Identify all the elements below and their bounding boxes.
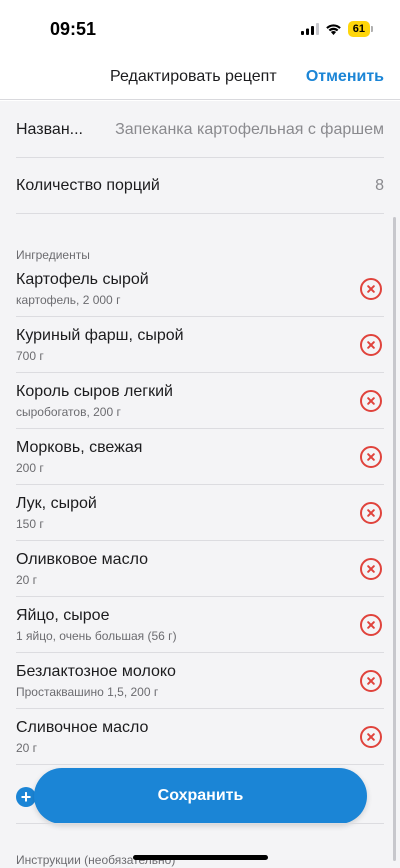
scrollbar[interactable]	[393, 217, 396, 861]
ingredient-row[interactable]: Безлактозное молоко Простаквашино 1,5, 2…	[0, 653, 400, 709]
wifi-icon	[325, 24, 341, 35]
ingredient-name: Морковь, свежая	[16, 439, 143, 456]
ingredient-detail: Простаквашино 1,5, 200 г	[16, 685, 159, 699]
ingredient-name: Яйцо, сырое	[16, 607, 110, 624]
divider	[16, 764, 384, 765]
ingredient-row[interactable]: Лук, сырой 150 г	[0, 485, 400, 541]
name-value: Запеканка картофельная с фаршем	[115, 121, 384, 138]
servings-field[interactable]: Количество порций 8	[16, 175, 384, 197]
plus-icon[interactable]: +	[16, 787, 36, 807]
ingredient-row[interactable]: Куриный фарш, сырой 700 г	[0, 317, 400, 373]
ingredient-row[interactable]: Морковь, свежая 200 г	[0, 429, 400, 485]
ingredient-name: Лук, сырой	[16, 495, 97, 512]
servings-label: Количество порций	[16, 177, 160, 194]
remove-circle-icon[interactable]	[360, 390, 382, 412]
ingredient-detail: 700 г	[16, 349, 44, 363]
cancel-button[interactable]: Отменить	[306, 68, 384, 86]
ingredient-row[interactable]: Король сыров легкий сыробогатов, 200 г	[0, 373, 400, 429]
ingredient-name: Безлактозное молоко	[16, 663, 176, 680]
ingredient-name: Оливковое масло	[16, 551, 148, 568]
remove-circle-icon[interactable]	[360, 614, 382, 636]
remove-circle-icon[interactable]	[360, 558, 382, 580]
page-title: Редактировать рецепт	[110, 68, 277, 85]
ingredient-detail: сыробогатов, 200 г	[16, 405, 121, 419]
battery-icon: 61	[347, 21, 374, 37]
divider	[16, 823, 384, 824]
ingredient-name: Сливочное масло	[16, 719, 149, 736]
ingredients-section-label: Ингредиенты	[16, 248, 90, 262]
cellular-signal-icon	[300, 23, 319, 35]
status-bar: 09:51 61	[0, 0, 400, 58]
ingredient-row[interactable]: Картофель сырой картофель, 2 000 г	[0, 261, 400, 317]
servings-value: 8	[375, 177, 384, 194]
ingredient-name: Картофель сырой	[16, 271, 149, 288]
ingredient-detail: картофель, 2 000 г	[16, 293, 121, 307]
ingredient-detail: 200 г	[16, 461, 44, 475]
status-time: 09:51	[50, 19, 97, 39]
remove-circle-icon[interactable]	[360, 446, 382, 468]
divider	[16, 213, 384, 214]
save-button[interactable]: Сохранить	[34, 768, 367, 824]
divider	[16, 157, 384, 158]
ingredient-detail: 1 яйцо, очень большая (56 г)	[16, 629, 177, 643]
ingredient-row[interactable]: Оливковое масло 20 г	[0, 541, 400, 597]
remove-circle-icon[interactable]	[360, 670, 382, 692]
name-label: Назван...	[16, 121, 83, 138]
remove-circle-icon[interactable]	[360, 502, 382, 524]
recipe-form: Назван... Запеканка картофельная с фарше…	[0, 101, 400, 868]
home-indicator[interactable]	[133, 855, 268, 860]
nav-bar: Редактировать рецепт Отменить	[0, 58, 400, 100]
ingredient-detail: 20 г	[16, 741, 38, 755]
ingredient-row[interactable]: Сливочное масло 20 г	[0, 709, 400, 765]
remove-circle-icon[interactable]	[360, 334, 382, 356]
remove-circle-icon[interactable]	[360, 726, 382, 748]
ingredient-name: Куриный фарш, сырой	[16, 327, 184, 344]
name-field[interactable]: Назван... Запеканка картофельная с фарше…	[16, 119, 384, 141]
ingredient-detail: 150 г	[16, 517, 44, 531]
status-icons: 61	[300, 21, 374, 37]
remove-circle-icon[interactable]	[360, 278, 382, 300]
ingredient-name: Король сыров легкий	[16, 383, 173, 400]
ingredient-row[interactable]: Яйцо, сырое 1 яйцо, очень большая (56 г)	[0, 597, 400, 653]
ingredient-detail: 20 г	[16, 573, 38, 587]
